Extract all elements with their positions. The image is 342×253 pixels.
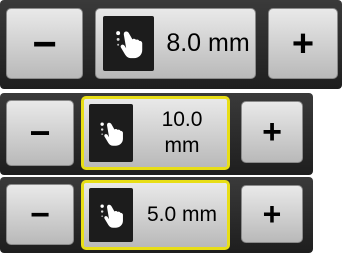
hand-tap-icon [103, 16, 154, 71]
value-label: 8.0 mm [166, 28, 250, 57]
plus-label: + [262, 196, 282, 232]
plus-label: + [291, 22, 315, 65]
value-button[interactable]: 8.0 mm [95, 8, 256, 79]
increment-button[interactable]: + [241, 185, 303, 243]
increment-button[interactable]: + [268, 8, 338, 79]
stepper-row-3: − 5.0 mm + [0, 177, 313, 253]
decrement-button[interactable]: − [6, 184, 74, 245]
value-label: 5.0 mm [146, 202, 217, 226]
value-label: 10.0 mm [161, 107, 203, 157]
stepper-row-1: − 8.0 mm + [0, 0, 342, 89]
minus-label: − [29, 112, 51, 153]
decrement-button[interactable]: − [6, 100, 74, 166]
increment-button[interactable]: + [241, 101, 303, 163]
value-button[interactable]: 10.0 mm [81, 96, 230, 170]
hand-tap-icon [89, 104, 133, 162]
minus-label: − [32, 19, 57, 67]
decrement-button[interactable]: − [6, 8, 83, 79]
value-button[interactable]: 5.0 mm [81, 180, 230, 250]
stepper-row-2: − 10.0 mm + [0, 93, 313, 175]
plus-label: + [262, 113, 282, 151]
hand-tap-icon [89, 188, 133, 242]
minus-label: − [30, 195, 50, 234]
